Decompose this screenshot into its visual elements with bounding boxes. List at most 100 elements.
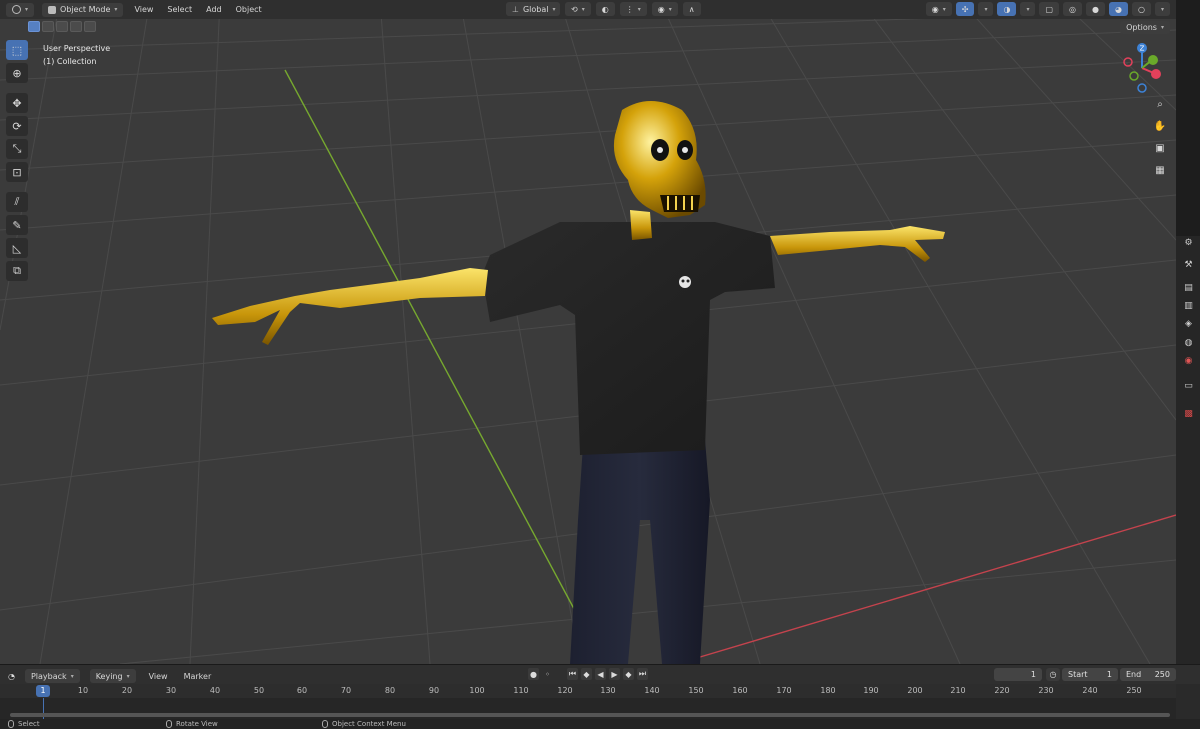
grid-icon: ▦ (1155, 164, 1165, 176)
eye-icon: ◉ (931, 4, 939, 14)
snap-target-dropdown[interactable]: ⋮ ▾ (619, 2, 647, 16)
add-cube-tool[interactable]: ⧉ (6, 261, 28, 281)
output-tab[interactable]: ▤ (1182, 281, 1195, 294)
draw-tool[interactable]: ✎ (6, 215, 28, 235)
shading-dropdown[interactable]: ▾ (1154, 2, 1170, 16)
cursor-tool[interactable]: ⊕ (6, 63, 28, 83)
object-tab[interactable]: ◉ (1182, 354, 1195, 367)
gizmo-neg-x[interactable] (1123, 57, 1133, 67)
navigation-gizmo[interactable]: Z (1112, 38, 1172, 98)
move-tool[interactable]: ✥ (6, 93, 28, 113)
jump-end-icon: ⏭ (638, 669, 647, 678)
gizmo-neg-z[interactable] (1137, 83, 1147, 93)
tick-label: 200 (907, 686, 923, 695)
shading-wireframe[interactable]: ◎ (1063, 2, 1083, 16)
visibility-dropdown[interactable]: ◉ ▾ (925, 2, 952, 16)
overlays-icon: ◑ (1003, 4, 1011, 14)
marker-menu[interactable]: Marker (181, 672, 215, 681)
next-keyframe-button[interactable]: ◆ (623, 668, 634, 680)
prev-keyframe-button[interactable]: ◆ (581, 668, 592, 680)
preview-range-toggle[interactable]: ◷ (1046, 668, 1060, 681)
scale-tool[interactable]: ⤡ (6, 139, 28, 159)
timeline-scrollbar[interactable] (10, 713, 1170, 717)
play-button[interactable]: ▶ (609, 668, 620, 680)
mouse-middle-icon (166, 720, 172, 728)
tick-label: 20 (121, 686, 133, 695)
transform-tool[interactable]: ⊡ (6, 162, 28, 182)
timeline-editor: ◔ Playback ▾ Keying ▾ View Marker ● ◦ ⏮ ◆ … (0, 664, 1200, 720)
timeline-header: ◔ Playback ▾ Keying ▾ View Marker ● ◦ ⏮ ◆ … (0, 665, 1200, 684)
texture-icon: ▩ (1184, 408, 1193, 419)
tool-tab[interactable]: ⚙ (1182, 236, 1195, 249)
overlays-dropdown[interactable]: ▾ (1020, 2, 1036, 16)
zoom-button[interactable]: ⌕ (1151, 95, 1169, 113)
select-intersect-mode[interactable] (84, 21, 96, 32)
gizmo-x-axis[interactable] (1151, 69, 1161, 79)
select-invert-mode[interactable] (70, 21, 82, 32)
tick-label: 60 (296, 686, 308, 695)
select-box-tool[interactable]: ⬚ (6, 40, 28, 60)
playhead-frame[interactable]: 1 (36, 685, 50, 697)
snap-toggle[interactable]: ◐ (595, 2, 615, 16)
overlays-toggle[interactable]: ◑ (997, 2, 1017, 16)
pencil-icon: ✎ (12, 218, 22, 232)
status-select: Select (18, 720, 40, 728)
falloff-dropdown[interactable]: ∧ (682, 2, 701, 16)
start-frame-field[interactable]: Start 1 (1062, 668, 1118, 681)
menu-object[interactable]: Object (233, 5, 265, 14)
render-tab[interactable]: ⚒ (1182, 258, 1195, 271)
jump-start-button[interactable]: ⏮ (567, 668, 578, 680)
keying-menu[interactable]: Keying ▾ (89, 669, 136, 683)
texture-tab[interactable]: ▩ (1182, 407, 1195, 420)
3d-viewport[interactable]: ▾ Object Mode ▾ View Select Add Object ⊥… (0, 0, 1176, 664)
3d-viewport-icon (12, 5, 21, 14)
pan-button[interactable]: ✋ (1151, 117, 1169, 135)
play-reverse-button[interactable]: ◀ (595, 668, 606, 680)
shading-solid[interactable]: ● (1086, 2, 1106, 16)
tick-label: 130 (600, 686, 616, 695)
play-reverse-icon: ◀ (597, 669, 604, 679)
gizmo-y-axis[interactable] (1148, 55, 1158, 65)
keying-set-button[interactable]: ◦ (542, 668, 553, 680)
gizmo-dropdown[interactable]: ▾ (978, 2, 994, 16)
pivot-point-dropdown[interactable]: ⟲ ▾ (565, 2, 591, 16)
collection-tab[interactable]: ▭ (1182, 379, 1195, 392)
menu-add[interactable]: Add (203, 5, 225, 14)
object-icon: ◉ (1184, 355, 1193, 366)
xray-toggle[interactable]: ▢ (1039, 2, 1060, 16)
measure-tool[interactable]: ◺ (6, 238, 28, 258)
tick-label: 180 (820, 686, 836, 695)
clock-icon[interactable]: ◔ (8, 672, 15, 681)
select-extend-mode[interactable] (42, 21, 54, 32)
select-subtract-mode[interactable] (56, 21, 68, 32)
annotate-tool[interactable]: ⫽ (6, 192, 28, 212)
auto-keying-toggle[interactable]: ● (528, 668, 539, 680)
shading-material[interactable]: ◕ (1109, 2, 1128, 16)
end-frame-field[interactable]: End 250 (1120, 668, 1176, 681)
gizmo-neg-y[interactable] (1129, 71, 1139, 81)
editor-type-button[interactable]: ▾ (6, 2, 35, 17)
rotate-tool[interactable]: ⟳ (6, 116, 28, 136)
menu-view[interactable]: View (131, 5, 156, 14)
annotate-icon: ⫽ (14, 195, 20, 208)
scene-tab[interactable]: ◈ (1182, 317, 1195, 330)
mode-dropdown[interactable]: Object Mode ▾ (42, 2, 124, 17)
jump-end-button[interactable]: ⏭ (637, 668, 648, 680)
view-layer-tab[interactable]: ▥ (1182, 299, 1195, 312)
tick-label: 240 (1082, 686, 1098, 695)
playback-menu[interactable]: Playback ▾ (24, 669, 80, 683)
current-frame-field[interactable]: 1 (994, 668, 1042, 681)
proportional-editing-toggle[interactable]: ◉ ▾ (651, 2, 678, 16)
record-icon: ● (530, 669, 537, 679)
select-new-mode[interactable] (28, 21, 40, 32)
frame-ruler[interactable]: 1 10 20 30 40 50 60 70 80 90 100 110 120… (0, 684, 1176, 698)
ortho-toggle-button[interactable]: ▦ (1151, 161, 1169, 179)
options-dropdown[interactable]: Options ▾ (1120, 21, 1170, 34)
shading-rendered[interactable]: ○ (1132, 2, 1151, 16)
gizmo-toggle[interactable]: ✣ (955, 2, 975, 16)
timeline-view-menu[interactable]: View (146, 672, 171, 681)
world-tab[interactable]: ◍ (1182, 336, 1195, 349)
menu-select[interactable]: Select (164, 5, 195, 14)
camera-view-button[interactable]: ▣ (1151, 139, 1169, 157)
transform-orientation-dropdown[interactable]: ⊥ Global ▾ (506, 2, 560, 16)
